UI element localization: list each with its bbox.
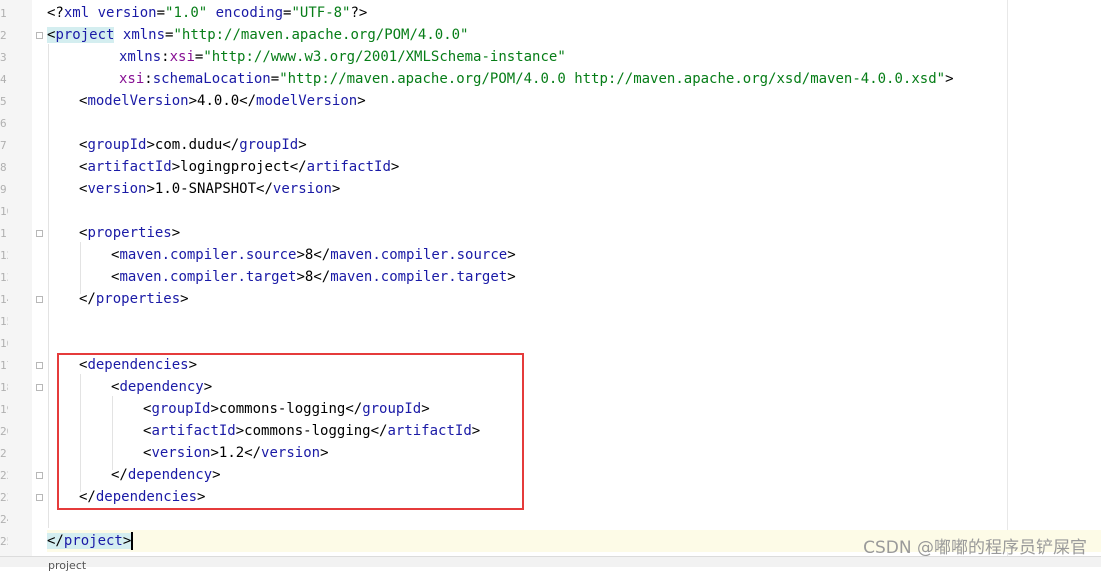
- line-number: 12: [0, 249, 8, 262]
- fold-toggle-icon[interactable]: [36, 32, 43, 39]
- line-number: 11: [0, 227, 8, 240]
- code-line: <groupId>com.dudu</groupId>: [79, 137, 307, 153]
- line-number: 9: [0, 183, 7, 196]
- line-number: 18: [0, 381, 8, 394]
- dependencies-highlight-box: [57, 353, 524, 510]
- code-line: <maven.compiler.target>8</maven.compiler…: [111, 269, 516, 285]
- right-margin-guide: [1007, 0, 1008, 556]
- line-number: 19: [0, 403, 8, 416]
- code-line: xmlns:xsi="http://www.w3.org/2001/XMLSch…: [119, 49, 566, 65]
- line-number: 23: [0, 491, 8, 504]
- line-number: 2: [0, 29, 7, 42]
- line-number: 8: [0, 161, 7, 174]
- code-line: <properties>: [79, 225, 181, 241]
- indent-guide: [80, 242, 81, 294]
- line-number: 15: [0, 315, 8, 328]
- indent-guide: [48, 44, 49, 528]
- code-line: <modelVersion>4.0.0</modelVersion>: [79, 93, 366, 109]
- line-number-gutter: 1 2 3 4 5 6 7 8 9 10 11 12 13 14 15 16 1…: [0, 0, 32, 556]
- line-number: 21: [0, 447, 8, 460]
- line-number: 25: [0, 535, 8, 548]
- breadcrumb[interactable]: project: [48, 559, 86, 573]
- code-line: <artifactId>logingproject</artifactId>: [79, 159, 400, 175]
- line-number: 3: [0, 51, 7, 64]
- breadcrumb-bar: project: [0, 556, 1101, 572]
- line-number: 1: [0, 7, 7, 20]
- watermark: CSDN @嘟嘟的程序员铲屎官: [863, 538, 1087, 558]
- code-line: </project>: [47, 532, 134, 550]
- fold-toggle-icon[interactable]: [36, 494, 43, 501]
- code-line: <?xml version="1.0" encoding="UTF-8"?>: [47, 5, 368, 21]
- code-line: <maven.compiler.source>8</maven.compiler…: [111, 247, 516, 263]
- line-number: 16: [0, 337, 8, 350]
- line-number: 20: [0, 425, 8, 438]
- code-line: <version>1.0-SNAPSHOT</version>: [79, 181, 341, 197]
- text-caret: [131, 532, 134, 550]
- line-number: 7: [0, 139, 7, 152]
- fold-toggle-icon[interactable]: [36, 472, 43, 479]
- code-line: <project xmlns="http://maven.apache.org/…: [47, 27, 469, 43]
- code-line: xsi:schemaLocation="http://maven.apache.…: [119, 71, 954, 87]
- line-number: 17: [0, 359, 8, 372]
- line-number: 13: [0, 271, 8, 284]
- line-number: 10: [0, 205, 8, 218]
- line-number: 6: [0, 117, 7, 130]
- line-number: 22: [0, 469, 8, 482]
- code-line: </properties>: [79, 291, 189, 307]
- fold-toggle-icon[interactable]: [36, 296, 43, 303]
- line-number: 5: [0, 95, 7, 108]
- fold-toggle-icon[interactable]: [36, 230, 43, 237]
- fold-toggle-icon[interactable]: [36, 384, 43, 391]
- line-number: 14: [0, 293, 8, 306]
- line-number: 4: [0, 73, 7, 86]
- fold-toggle-icon[interactable]: [36, 362, 43, 369]
- line-number: 24: [0, 513, 8, 526]
